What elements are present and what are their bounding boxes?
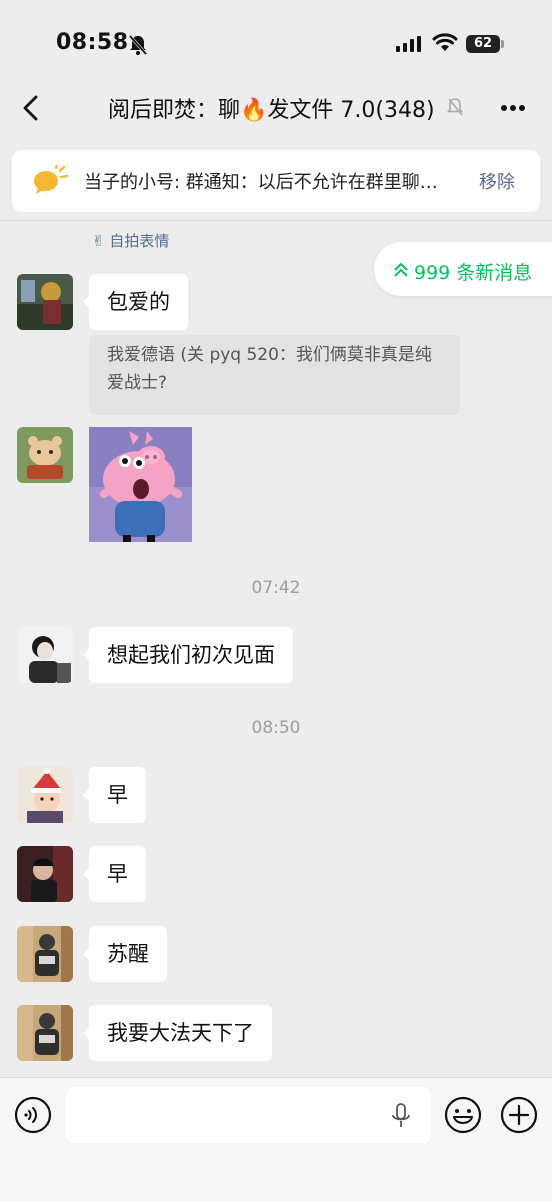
avatar-image xyxy=(17,627,73,683)
message-text: 我要大法天下了 xyxy=(107,1021,254,1045)
remove-notice-button[interactable]: 移除 xyxy=(479,168,515,194)
avatar[interactable] xyxy=(17,846,73,902)
timestamp: 08:50 xyxy=(251,718,301,738)
avatar-image xyxy=(17,767,73,823)
avatar-image xyxy=(17,274,73,330)
quoted-message[interactable]: 我爱德语 (关 pyq 520：我们俩莫非真是纯爱战士? xyxy=(89,335,460,415)
message-text: 想起我们初次见面 xyxy=(107,643,275,667)
victory-hand-icon: ✌ xyxy=(92,232,105,250)
message-bubble[interactable]: 我要大法天下了 xyxy=(83,1005,272,1061)
selfie-sticker-link[interactable]: ✌ 自拍表情 xyxy=(92,230,169,251)
avatar-image xyxy=(17,1005,73,1061)
avatar[interactable] xyxy=(17,1005,73,1061)
message-input[interactable] xyxy=(66,1087,431,1143)
avatar-image xyxy=(17,427,73,483)
battery-tip xyxy=(501,40,504,48)
chevron-left-icon[interactable] xyxy=(20,94,42,122)
message-bubble[interactable]: 早 xyxy=(83,767,146,823)
plus-icon[interactable] xyxy=(500,1096,538,1134)
message-text: 包爱的 xyxy=(107,290,170,314)
message-bubble[interactable]: 想起我们初次见面 xyxy=(83,627,293,683)
avatar[interactable] xyxy=(17,427,73,483)
bell-off-icon xyxy=(128,35,148,55)
notice-text: 当子的小号: 群通知：以后不允许在群里聊… xyxy=(84,172,438,193)
message-text: 早 xyxy=(107,783,128,807)
bell-off-icon xyxy=(446,98,464,116)
battery-indicator: 62 xyxy=(466,35,500,53)
selfie-sticker-label: 自拍表情 xyxy=(109,232,170,250)
mic-icon[interactable] xyxy=(390,1102,412,1130)
peppa-sticker xyxy=(89,427,192,542)
double-chevron-up-icon xyxy=(394,262,408,277)
avatar[interactable] xyxy=(17,627,73,683)
sticker-image[interactable] xyxy=(89,427,192,542)
message-bubble[interactable]: 包爱的 xyxy=(83,274,188,330)
new-messages-label: 999 条新消息 xyxy=(414,262,533,284)
chat-title: 阅后即焚：聊🔥发文件 7.0(348) xyxy=(108,98,435,123)
message-text: 早 xyxy=(107,862,128,886)
avatar-image xyxy=(17,926,73,982)
notice-bubble-icon xyxy=(34,165,68,194)
avatar[interactable] xyxy=(17,926,73,982)
voice-icon[interactable] xyxy=(14,1096,52,1134)
divider xyxy=(0,220,552,221)
message-bubble[interactable]: 苏醒 xyxy=(83,926,167,982)
timestamp: 07:42 xyxy=(251,578,301,598)
emoji-icon[interactable] xyxy=(444,1096,482,1134)
more-dots-icon[interactable] xyxy=(500,104,526,112)
avatar[interactable] xyxy=(17,767,73,823)
avatar-image xyxy=(17,846,73,902)
message-bubble[interactable]: 早 xyxy=(83,846,146,902)
avatar[interactable] xyxy=(17,274,73,330)
status-time: 08:58 xyxy=(56,30,129,55)
message-text: 苏醒 xyxy=(107,942,149,966)
signal-icon xyxy=(396,36,421,52)
wifi-icon xyxy=(432,33,458,51)
